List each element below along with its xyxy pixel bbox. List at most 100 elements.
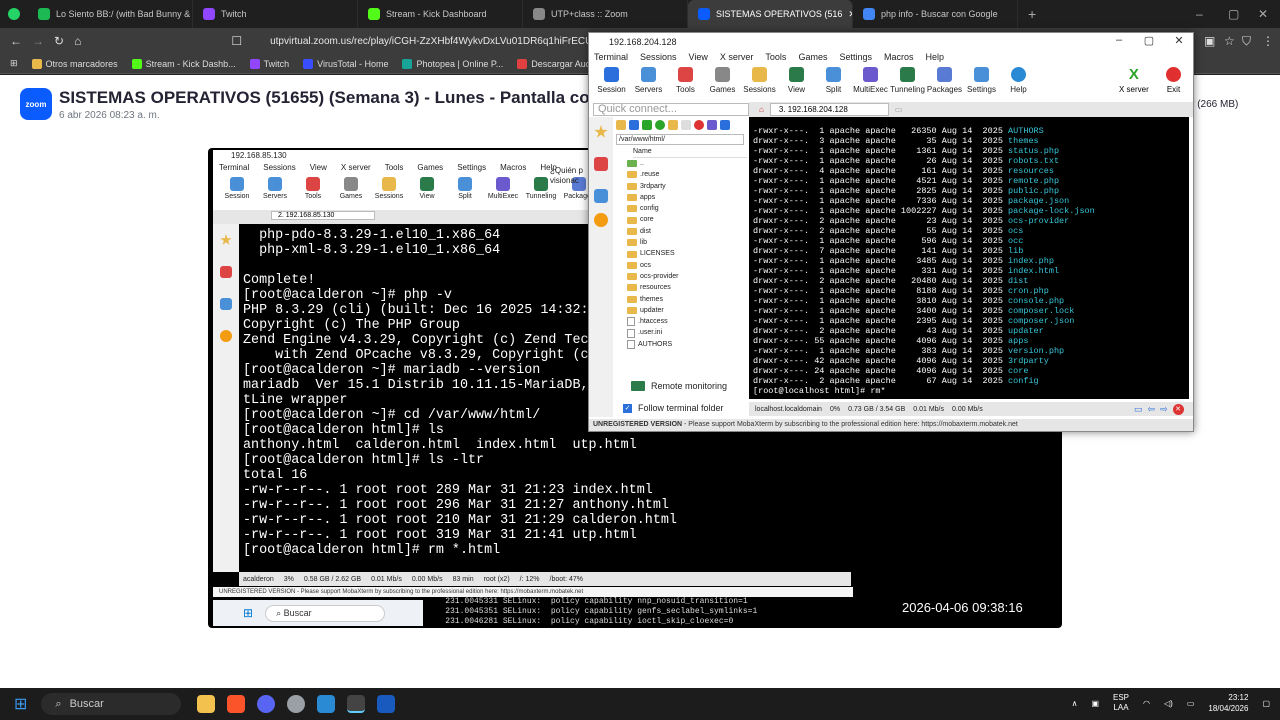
moba-tool-button[interactable]: Servers: [630, 64, 667, 101]
taskbar-search[interactable]: ⌕ Buscar: [41, 693, 182, 715]
sftp-file-item[interactable]: ocs: [613, 260, 747, 271]
rename-icon[interactable]: [707, 120, 717, 130]
sftp-path-input[interactable]: /var/www/html/: [616, 134, 744, 145]
close-icon[interactable]: ✕: [1164, 34, 1194, 47]
folder-up-icon[interactable]: [616, 120, 626, 130]
session-close-icon[interactable]: ✕: [1172, 404, 1184, 415]
star-icon[interactable]: [594, 125, 608, 138]
home-icon[interactable]: ⌂: [74, 34, 81, 48]
sftp-file-item[interactable]: config: [613, 203, 747, 214]
volume-icon[interactable]: ◁): [1164, 699, 1173, 708]
moba-tool-button[interactable]: Tools: [667, 64, 704, 101]
forward-icon[interactable]: →: [32, 34, 44, 48]
new-folder-icon[interactable]: [668, 120, 678, 130]
battery-icon[interactable]: ▭: [1187, 699, 1195, 708]
moba-tool-button[interactable]: Packages: [926, 64, 963, 101]
moba-tool-button[interactable]: Games: [704, 64, 741, 101]
moba-tool-button[interactable]: MultiExec: [852, 64, 889, 101]
browser-tab[interactable]: UTP+class :: Zoom: [523, 0, 688, 28]
browser-tab[interactable]: Lo Siento BB:/ (with Bad Bunny &: [28, 0, 193, 28]
properties-icon[interactable]: [720, 120, 730, 130]
moba-menu-item[interactable]: Terminal: [594, 52, 628, 62]
browser-tab[interactable]: SISTEMAS OPERATIVOS (516✕: [688, 0, 853, 28]
sftp-name-header[interactable]: Name: [633, 148, 747, 158]
minimize-icon[interactable]: –: [1104, 34, 1134, 46]
moba-tool-button[interactable]: Session: [593, 64, 630, 101]
sftp-file-item[interactable]: .htaccess: [613, 316, 747, 327]
word-icon[interactable]: [377, 695, 396, 713]
chevron-up-icon[interactable]: ∧: [1072, 699, 1078, 708]
moba-session-tab[interactable]: 3. 192.168.204.128: [769, 103, 889, 116]
exit-button[interactable]: Exit: [1166, 67, 1181, 94]
mobaxterm-icon[interactable]: [347, 695, 366, 713]
bookmark-photopea[interactable]: Photopea | Online P...: [402, 58, 503, 69]
url-field[interactable]: utpvirtual.zoom.us/rec/play/iCGH-ZzXHbf4…: [270, 36, 590, 47]
favorites-icon[interactable]: ☆: [1224, 34, 1235, 48]
sftp-file-item[interactable]: LICENSES: [613, 248, 747, 259]
upload-icon[interactable]: [642, 120, 652, 130]
sftp-file-item[interactable]: .reuse: [613, 169, 747, 180]
sftp-file-item[interactable]: .user.ini: [613, 327, 747, 338]
moba-menu-item[interactable]: Tools: [765, 52, 786, 62]
sftp-file-item[interactable]: resources: [613, 282, 747, 293]
xserver-button[interactable]: X X server: [1119, 67, 1149, 94]
sftp-file-item[interactable]: ..: [613, 158, 747, 169]
moba-menu-item[interactable]: Help: [926, 52, 945, 62]
moba-tool-button[interactable]: Tunneling: [889, 64, 926, 101]
sftp-file-item[interactable]: apps: [613, 192, 747, 203]
sftp-file-item[interactable]: updater: [613, 305, 747, 316]
store-icon[interactable]: [317, 695, 336, 713]
sftp-file-item[interactable]: core: [613, 214, 747, 225]
taskbar-clock[interactable]: 23:12 18/04/2026: [1208, 692, 1248, 714]
bookmark-otros[interactable]: Otros marcadores: [31, 58, 118, 69]
bookmark-kick[interactable]: Stream - Kick Dashb...: [131, 58, 236, 69]
tools-icon[interactable]: [594, 157, 608, 171]
window-maximize-icon[interactable]: ▢: [1228, 7, 1239, 21]
browser-tab[interactable]: php info - Buscar con Google: [853, 0, 1018, 28]
sftp-file-item[interactable]: dist: [613, 226, 747, 237]
sftp-icon[interactable]: [594, 189, 608, 203]
sftp-file-item[interactable]: ocs-provider: [613, 271, 747, 282]
sftp-file-item[interactable]: lib: [613, 237, 747, 248]
window-close-icon[interactable]: ✕: [1258, 7, 1268, 21]
moba-tool-button[interactable]: Settings: [963, 64, 1000, 101]
whatsapp-icon[interactable]: [8, 8, 20, 20]
moba-tool-button[interactable]: Help: [1000, 64, 1037, 101]
file-explorer-icon[interactable]: [197, 695, 216, 713]
language-indicator[interactable]: ESP LAA: [1113, 693, 1129, 713]
arrow-left-icon[interactable]: ⇦: [1148, 404, 1156, 415]
bookmark-page-icon[interactable]: ☐: [231, 34, 242, 48]
apps-grid-icon[interactable]: ⊞: [10, 58, 18, 69]
sftp-file-item[interactable]: 3rdparty: [613, 181, 747, 192]
new-file-icon[interactable]: [681, 120, 691, 130]
notifications-icon[interactable]: ▢: [1262, 699, 1270, 708]
macro-icon[interactable]: [594, 213, 608, 227]
refresh-icon[interactable]: [655, 120, 665, 130]
follow-folder-checkbox[interactable]: ✓ Follow terminal folder: [613, 397, 747, 419]
moba-tool-button[interactable]: View: [778, 64, 815, 101]
moba-tool-button[interactable]: Sessions: [741, 64, 778, 101]
layout-icon[interactable]: ▭: [1134, 404, 1143, 415]
remote-monitoring-button[interactable]: Remote monitoring: [613, 375, 747, 397]
home-tab-icon[interactable]: ⌂: [759, 105, 764, 114]
discord-tray-icon[interactable]: ▣: [1091, 699, 1099, 708]
browser-tab[interactable]: Twitch: [193, 0, 358, 28]
moba-menu-item[interactable]: Games: [798, 52, 827, 62]
brave-icon[interactable]: [227, 695, 246, 713]
delete-icon[interactable]: [694, 120, 704, 130]
arrow-right-icon[interactable]: ⇨: [1160, 404, 1168, 415]
browser-tab[interactable]: Stream - Kick Dashboard: [358, 0, 523, 28]
moba-menu-item[interactable]: View: [689, 52, 708, 62]
shield-icon[interactable]: ⛉: [1242, 34, 1251, 49]
reload-icon[interactable]: ↻: [54, 34, 64, 48]
sftp-file-item[interactable]: AUTHORS: [613, 339, 747, 350]
windows-start-icon[interactable]: ⊞: [14, 694, 27, 714]
moba-terminal[interactable]: -rwxr-x---. 1 apache apache 26350 Aug 14…: [749, 117, 1189, 399]
bookmark-twitch[interactable]: Twitch: [249, 58, 289, 69]
discord-icon[interactable]: [257, 695, 276, 713]
back-icon[interactable]: ←: [10, 34, 22, 48]
bookmark-virustotal[interactable]: VirusTotal - Home: [303, 58, 388, 69]
sftp-file-item[interactable]: themes: [613, 294, 747, 305]
moba-menu-item[interactable]: Settings: [839, 52, 872, 62]
quick-connect-input[interactable]: Quick connect...: [593, 103, 749, 116]
